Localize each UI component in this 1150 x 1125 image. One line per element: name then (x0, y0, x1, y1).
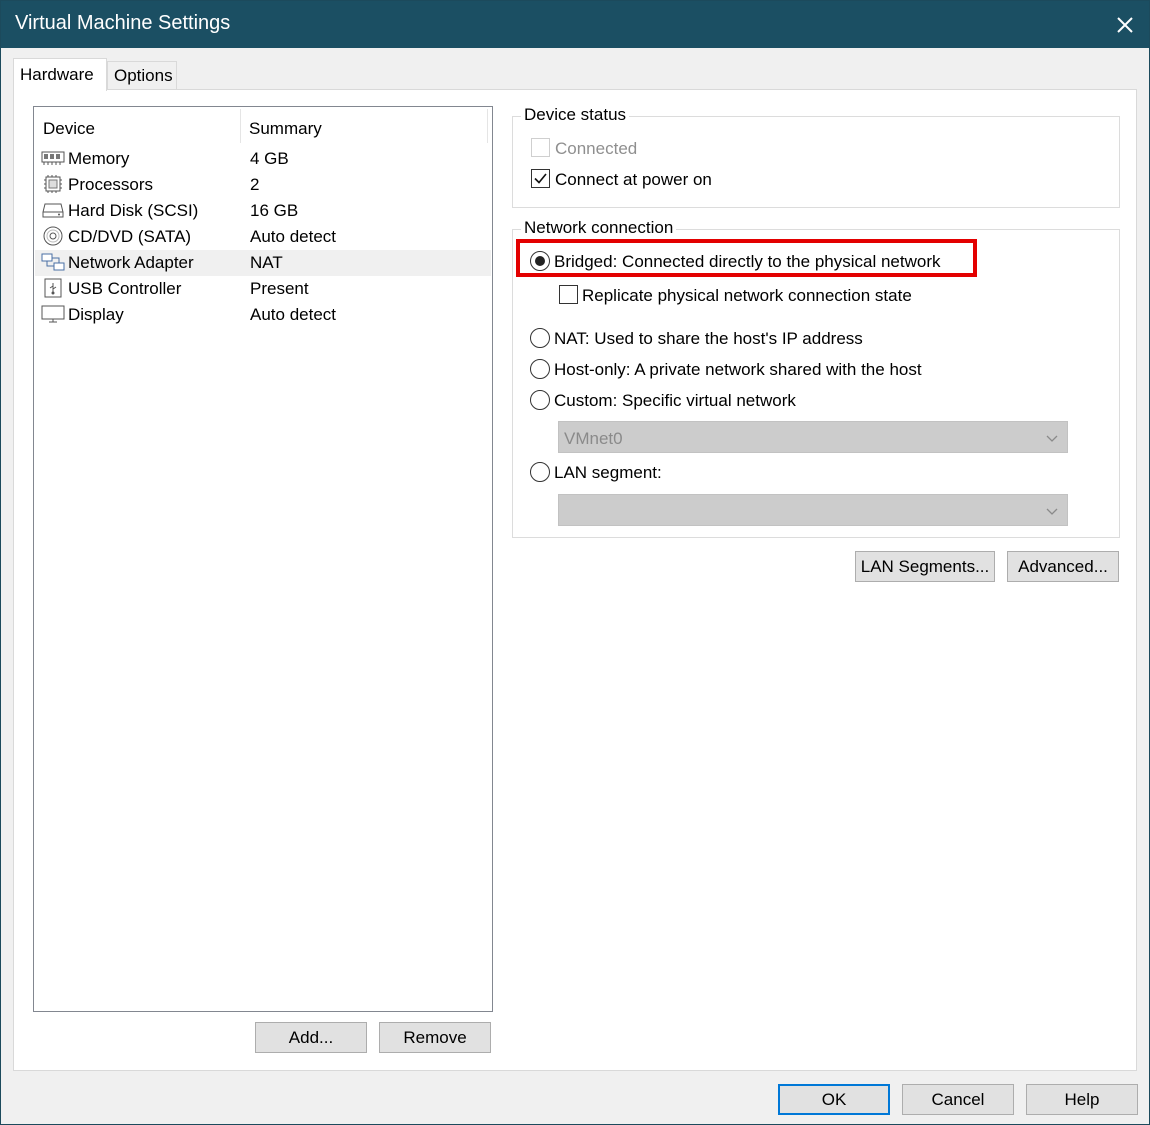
tab-label: Hardware (20, 65, 94, 84)
lan-segments-button[interactable]: LAN Segments... (855, 551, 995, 582)
column-header-summary[interactable]: Summary (249, 119, 322, 139)
device-name: Hard Disk (SCSI) (68, 201, 199, 220)
column-header-device[interactable]: Device (43, 119, 95, 139)
chevron-down-icon (1045, 430, 1059, 450)
add-device-button[interactable]: Add... (255, 1022, 367, 1053)
tab-hardware[interactable]: Hardware (13, 58, 107, 91)
host-only-label[interactable]: Host-only: A private network shared with… (554, 360, 922, 380)
cd-dvd-icon (41, 226, 65, 246)
custom-radio[interactable] (530, 390, 550, 410)
device-name: Memory (68, 149, 130, 168)
chevron-down-icon (1045, 503, 1059, 523)
lan-segment-radio[interactable] (530, 462, 550, 482)
connect-at-power-on-checkbox[interactable] (531, 169, 550, 188)
tab-options[interactable]: Options (107, 61, 177, 90)
nat-label[interactable]: NAT: Used to share the host's IP address (554, 329, 863, 349)
network-connection-legend: Network connection (521, 218, 677, 238)
hard-disk-icon (41, 200, 65, 220)
advanced-button[interactable]: Advanced... (1007, 551, 1119, 582)
ok-button[interactable]: OK (778, 1084, 890, 1115)
replicate-state-label[interactable]: Replicate physical network connection st… (582, 286, 912, 306)
device-summary: 4 GB (250, 149, 289, 168)
device-summary: 16 GB (250, 201, 299, 220)
device-summary: Auto detect (250, 227, 337, 246)
device-name: Network Adapter (68, 253, 194, 272)
device-row-processors[interactable]: Processors 2 (35, 172, 491, 198)
device-row-memory[interactable]: Memory 4 GB (35, 146, 491, 172)
device-summary: Auto detect (250, 305, 337, 324)
connect-at-power-on-label[interactable]: Connect at power on (555, 170, 712, 190)
title-bar: Virtual Machine Settings (1, 1, 1149, 48)
lan-segment-label[interactable]: LAN segment: (554, 463, 662, 483)
device-name: Processors (68, 175, 154, 194)
device-list-header: Device Summary (34, 107, 492, 147)
host-only-radio[interactable] (530, 359, 550, 379)
processor-icon (41, 174, 65, 194)
window-title: Virtual Machine Settings (15, 12, 231, 34)
device-summary: 2 (250, 175, 260, 194)
replicate-state-checkbox[interactable] (559, 285, 578, 304)
device-summary: Present (250, 279, 309, 298)
device-name: USB Controller (68, 279, 182, 298)
connected-label[interactable]: Connected (555, 139, 637, 159)
network-adapter-icon (41, 252, 65, 272)
device-name: Display (68, 305, 124, 324)
checkmark-icon (534, 173, 547, 184)
help-button[interactable]: Help (1026, 1084, 1138, 1115)
device-summary: NAT (250, 253, 283, 272)
device-status-group: Device status Connected Connect at power… (512, 105, 1120, 208)
tab-label: Options (114, 66, 173, 85)
lan-segment-select[interactable] (558, 494, 1068, 526)
device-status-legend: Device status (521, 105, 630, 125)
display-icon (41, 304, 65, 324)
remove-device-button[interactable]: Remove (379, 1022, 491, 1053)
nat-radio[interactable] (530, 328, 550, 348)
cancel-button[interactable]: Cancel (902, 1084, 1014, 1115)
memory-icon (41, 148, 65, 168)
device-row-usb-controller[interactable]: USB Controller Present (35, 276, 491, 302)
custom-network-select[interactable]: VMnet0 (558, 421, 1068, 453)
close-icon[interactable] (1101, 1, 1149, 48)
custom-network-value: VMnet0 (564, 429, 623, 448)
device-row-hard-disk[interactable]: Hard Disk (SCSI) 16 GB (35, 198, 491, 224)
device-row-network-adapter[interactable]: Network Adapter NAT (35, 250, 491, 276)
device-name: CD/DVD (SATA) (68, 227, 192, 246)
device-list[interactable]: Device Summary Memory 4 GB Processors 2 (33, 106, 493, 1012)
hardware-panel: Device Summary Memory 4 GB Processors 2 (13, 89, 1137, 1071)
device-row-cd-dvd[interactable]: CD/DVD (SATA) Auto detect (35, 224, 491, 250)
usb-icon (41, 278, 65, 298)
column-divider (487, 109, 488, 143)
device-row-display[interactable]: Display Auto detect (35, 302, 491, 328)
vm-settings-dialog: Virtual Machine Settings Hardware Option… (0, 0, 1150, 1125)
custom-label[interactable]: Custom: Specific virtual network (554, 391, 796, 411)
connected-checkbox[interactable] (531, 138, 550, 157)
column-divider (240, 109, 241, 143)
bridged-highlight-box (516, 239, 977, 277)
